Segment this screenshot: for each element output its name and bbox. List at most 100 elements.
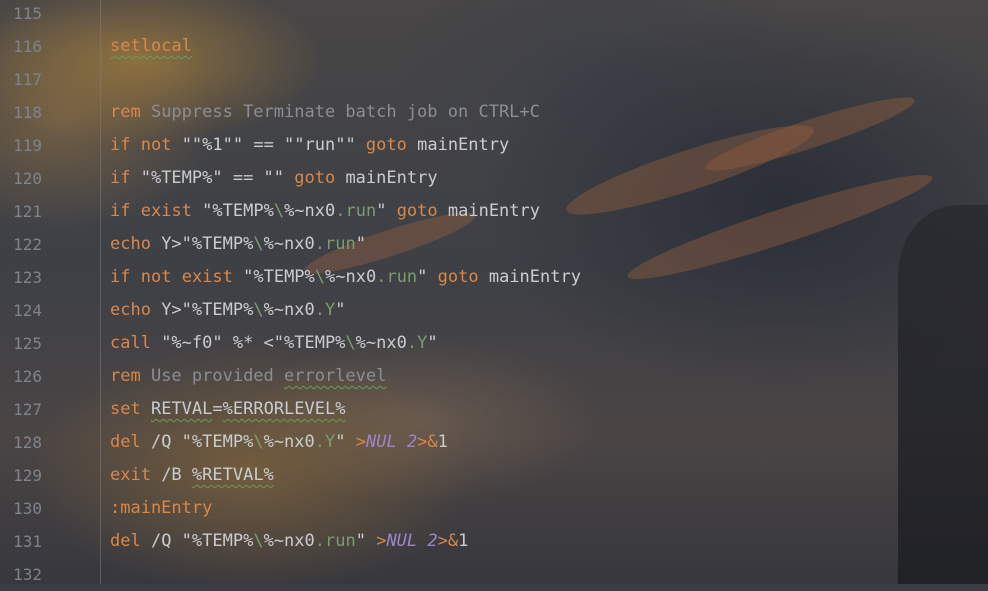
code-line[interactable]: 129 exit /B %RETVAL% <box>0 459 988 492</box>
line-number: 129 <box>13 466 42 485</box>
token-string: " <box>417 267 438 287</box>
code-line[interactable]: 123 if not exist "%TEMP%\%~nx0.run" goto… <box>0 261 988 294</box>
token-string: " <box>427 333 438 353</box>
token-text: /B <box>150 465 192 485</box>
code-line[interactable]: 126 rem Use provided errorlevel <box>0 360 988 393</box>
token-redirect: >& <box>437 531 459 551</box>
token-keyword: if <box>110 135 131 155</box>
token-string: " <box>355 531 377 551</box>
token-string: %~nx0 <box>284 201 336 221</box>
token-comment: errorlevel <box>284 366 387 386</box>
token-redirect: >& <box>417 432 438 452</box>
token-keyword: set <box>110 399 141 419</box>
token-comment: Suppress Terminate batch job on CTRL+C <box>140 102 540 122</box>
token-string: %~nx0 <box>263 234 315 254</box>
token-keyword: goto <box>365 135 407 155</box>
token-keyword: call <box>110 333 151 353</box>
line-code[interactable]: :mainEntry <box>110 492 212 525</box>
token-keyword: if <box>110 267 131 287</box>
token-string: " <box>335 300 346 320</box>
line-number: 132 <box>13 565 42 584</box>
line-number: 127 <box>13 400 42 419</box>
line-code[interactable]: del /Q "%TEMP%\%~nx0.Y" >NUL 2>&1 <box>110 426 448 459</box>
code-line[interactable]: 121 if exist "%TEMP%\%~nx0.run" goto mai… <box>0 195 988 228</box>
line-number: 128 <box>13 433 42 452</box>
token-string: "%TEMP%" == "" <box>130 168 295 188</box>
code-line[interactable]: 118 rem Suppress Terminate batch job on … <box>0 96 988 129</box>
token-keyword: goto <box>396 201 438 221</box>
line-number: 116 <box>13 37 42 56</box>
line-number: 122 <box>13 235 42 254</box>
code-line[interactable]: 122 echo Y>"%TEMP%\%~nx0.run" <box>0 228 988 261</box>
token-escape: \ <box>253 432 264 452</box>
token-string: %~nx0 <box>263 432 315 452</box>
token-keyword: echo <box>110 234 151 254</box>
token-string: %~nx0 <box>263 300 315 320</box>
token-escape: \ <box>253 300 264 320</box>
code-editor[interactable]: 115 116 setlocal 117 118 rem Suppress Te… <box>0 0 988 584</box>
token-constant: 2 <box>406 432 418 452</box>
line-number: 118 <box>13 103 42 122</box>
line-code[interactable]: call "%~f0" %* <"%TEMP%\%~nx0.Y" <box>110 327 438 360</box>
code-line[interactable]: 116 setlocal <box>0 30 988 63</box>
token-string: "%TEMP% <box>191 201 274 221</box>
code-line[interactable]: 125 call "%~f0" %* <"%TEMP%\%~nx0.Y" <box>0 327 988 360</box>
line-code[interactable]: del /Q "%TEMP%\%~nx0.run" >NUL 2>&1 <box>110 525 468 558</box>
token-redirect: > <box>376 531 387 551</box>
line-code[interactable]: exit /B %RETVAL% <box>110 459 274 492</box>
token-label: mainEntry <box>335 168 438 188</box>
line-code[interactable]: setlocal <box>110 30 192 63</box>
line-number: 126 <box>13 367 42 386</box>
token-extension: .Y <box>406 333 428 353</box>
line-number: 115 <box>13 4 42 23</box>
line-code[interactable]: if not exist "%TEMP%\%~nx0.run" goto mai… <box>110 261 581 294</box>
line-number: 123 <box>13 268 42 287</box>
token-string: ""%1"" == ""run"" <box>171 135 366 155</box>
line-number: 124 <box>13 301 42 320</box>
line-code[interactable]: if exist "%TEMP%\%~nx0.run" goto mainEnt… <box>110 195 540 228</box>
code-line[interactable]: 128 del /Q "%TEMP%\%~nx0.Y" >NUL 2>&1 <box>0 426 988 459</box>
line-code[interactable]: echo Y>"%TEMP%\%~nx0.run" <box>110 228 366 261</box>
code-line[interactable]: 131 del /Q "%TEMP%\%~nx0.run" >NUL 2>&1 <box>0 525 988 558</box>
line-code[interactable]: set RETVAL=%ERRORLEVEL% <box>110 393 345 426</box>
line-number: 120 <box>13 169 42 188</box>
token-string: %~nx0 <box>263 531 315 551</box>
token-string: "%~f0" %* <"%TEMP% <box>150 333 346 353</box>
line-code[interactable]: rem Suppress Terminate batch job on CTRL… <box>110 96 540 129</box>
code-line[interactable]: 127 set RETVAL=%ERRORLEVEL% <box>0 393 988 426</box>
code-line[interactable]: 115 <box>0 0 988 30</box>
token-escape: \ <box>345 333 356 353</box>
line-number: 125 <box>13 334 42 353</box>
token-label: mainEntry <box>437 201 540 221</box>
line-code[interactable]: echo Y>"%TEMP%\%~nx0.Y" <box>110 294 345 327</box>
line-code[interactable]: if "%TEMP%" == "" goto mainEntry <box>110 162 438 195</box>
token-string: /Q "%TEMP% <box>140 531 254 551</box>
token-escape: \ <box>253 234 264 254</box>
token-string: " <box>376 201 397 221</box>
line-code[interactable]: rem Use provided errorlevel <box>110 360 386 393</box>
token-keyword: if <box>110 168 131 188</box>
token-keyword: not <box>140 135 172 155</box>
code-line[interactable]: 120 if "%TEMP%" == "" goto mainEntry <box>0 162 988 195</box>
token-text: 1 <box>437 432 448 452</box>
token-keyword: exist <box>181 267 233 287</box>
code-line[interactable]: 124 echo Y>"%TEMP%\%~nx0.Y" <box>0 294 988 327</box>
code-line[interactable]: 132 <box>0 558 988 591</box>
token-escape: \ <box>314 267 326 287</box>
token-keyword: del <box>110 531 141 551</box>
line-code[interactable]: if not ""%1"" == ""run"" goto mainEntry <box>110 129 509 162</box>
token-redirect: > <box>355 432 366 452</box>
code-line[interactable]: 130 :mainEntry <box>0 492 988 525</box>
token-string: /Q "%TEMP% <box>140 432 254 452</box>
token-variable: %ERRORLEVEL% <box>222 399 346 419</box>
code-line[interactable]: 119 if not ""%1"" == ""run"" goto mainEn… <box>0 129 988 162</box>
token-keyword: rem <box>110 102 141 122</box>
code-line[interactable]: 117 <box>0 63 988 96</box>
token-keyword: exit <box>110 465 151 485</box>
token-escape: \ <box>273 201 285 221</box>
